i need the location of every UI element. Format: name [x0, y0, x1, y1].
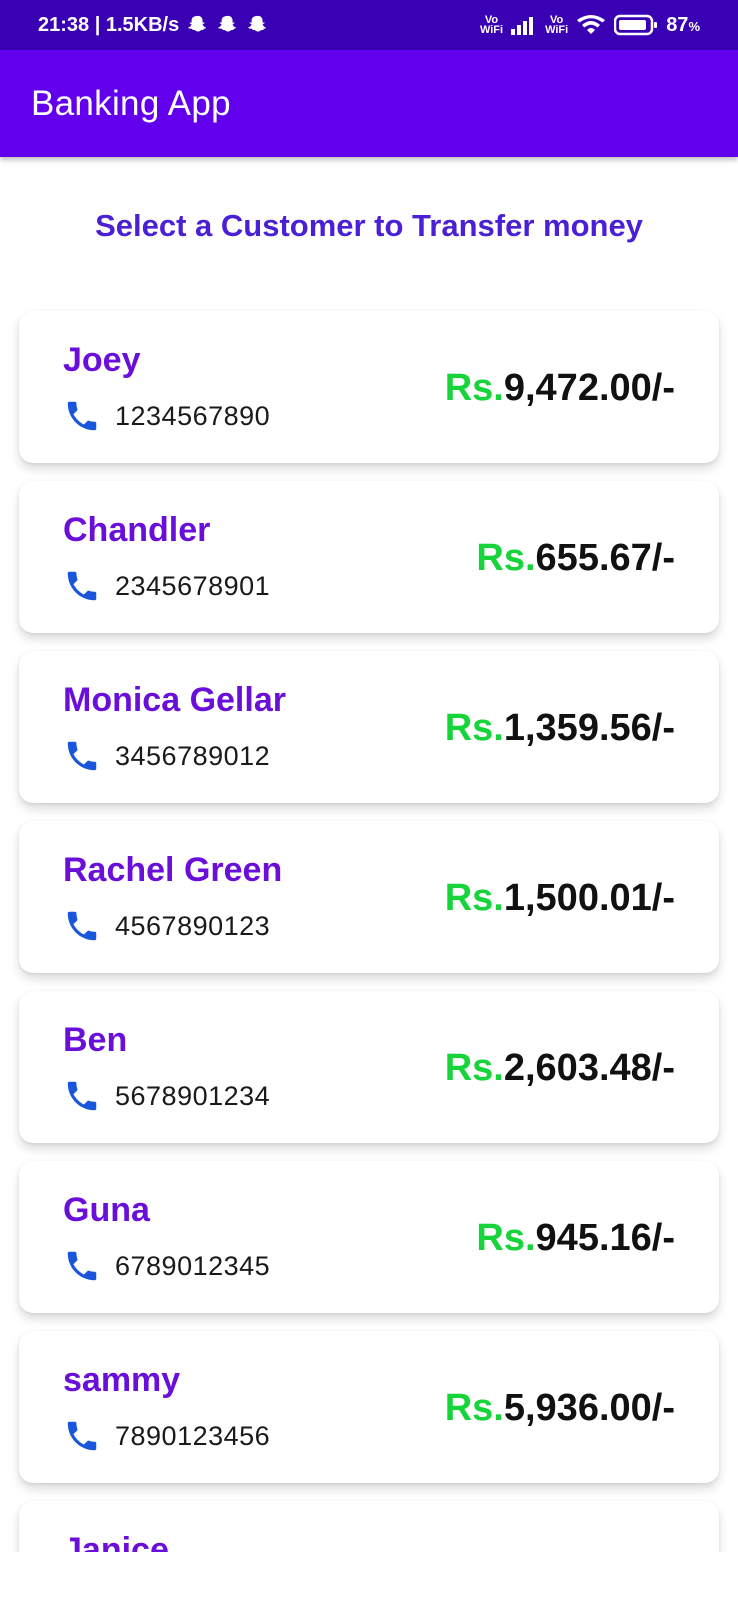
currency-label: Rs.: [444, 367, 504, 409]
customer-phone: 7890123456: [115, 1420, 271, 1451]
customer-card[interactable]: Joey 1234567890 Rs.9,472.00/-: [19, 311, 719, 463]
customer-phone: 2345678901: [115, 570, 271, 601]
balance-value: 655.67/-: [535, 537, 675, 579]
currency-label: Rs.: [444, 707, 504, 749]
customer-phone: 6789012345: [115, 1250, 271, 1281]
customer-name: Guna: [63, 1191, 150, 1229]
customer-name: sammy: [63, 1361, 181, 1399]
currency-label: Rs.: [476, 537, 536, 579]
customer-balance: Rs.5,936.00/-: [445, 1387, 675, 1430]
phone-row: 1234567890: [63, 397, 270, 435]
customer-card[interactable]: Chandler 2345678901 Rs.655.67/-: [19, 481, 719, 633]
screen-bottom-edge: [0, 1552, 738, 1600]
phone-icon: [67, 1421, 97, 1451]
balance-value: 2,603.48/-: [503, 1047, 675, 1089]
customer-phone: 5678901234: [115, 1080, 271, 1111]
phone-row: 7890123456: [63, 1417, 270, 1455]
customer-card[interactable]: Rachel Green 4567890123 Rs.1,500.01/-: [19, 821, 719, 973]
phone-row: 4567890123: [63, 907, 270, 945]
customer-list: Joey 1234567890 Rs.9,472.00/- Chandler 2…: [0, 0, 738, 1600]
phone-icon: [67, 401, 97, 431]
customer-card[interactable]: Ben 5678901234 Rs.2,603.48/-: [19, 991, 719, 1143]
phone-icon: [67, 741, 97, 771]
balance-value: 945.16/-: [535, 1217, 675, 1259]
balance-value: 1,359.56/-: [503, 707, 675, 749]
phone-icon: [67, 1251, 97, 1281]
customer-balance: Rs.1,359.56/-: [445, 707, 675, 750]
customer-balance: Rs.2,603.48/-: [445, 1047, 675, 1090]
phone-icon: [67, 1081, 97, 1111]
customer-phone: 3456789012: [115, 740, 271, 771]
customer-card[interactable]: Monica Gellar 3456789012 Rs.1,359.56/-: [19, 651, 719, 803]
currency-label: Rs.: [444, 1387, 504, 1429]
currency-label: Rs.: [444, 877, 504, 919]
customer-name: Monica Gellar: [63, 681, 286, 719]
customer-card[interactable]: sammy 7890123456 Rs.5,936.00/-: [19, 1331, 719, 1483]
balance-value: 1,500.01/-: [503, 877, 675, 919]
phone-icon: [67, 911, 97, 941]
phone-icon: [67, 571, 97, 601]
customer-phone: 1234567890: [115, 400, 271, 431]
phone-row: 6789012345: [63, 1247, 270, 1285]
customer-card[interactable]: Guna 6789012345 Rs.945.16/-: [19, 1161, 719, 1313]
balance-value: 5,936.00/-: [503, 1387, 675, 1429]
balance-value: 9,472.00/-: [503, 367, 675, 409]
customer-balance: Rs.655.67/-: [476, 537, 675, 580]
customer-balance: Rs.1,500.01/-: [445, 877, 675, 920]
phone-row: 5678901234: [63, 1077, 270, 1115]
customer-name: Joey: [63, 341, 141, 379]
phone-row: 3456789012: [63, 737, 270, 775]
customer-name: Chandler: [63, 511, 211, 549]
currency-label: Rs.: [476, 1217, 536, 1259]
customer-name: Rachel Green: [63, 851, 283, 889]
phone-row: 2345678901: [63, 567, 270, 605]
customer-balance: Rs.9,472.00/-: [445, 367, 675, 410]
currency-label: Rs.: [444, 1047, 504, 1089]
customer-name: Ben: [63, 1021, 128, 1059]
customer-balance: Rs.945.16/-: [476, 1217, 675, 1260]
customer-phone: 4567890123: [115, 910, 271, 941]
